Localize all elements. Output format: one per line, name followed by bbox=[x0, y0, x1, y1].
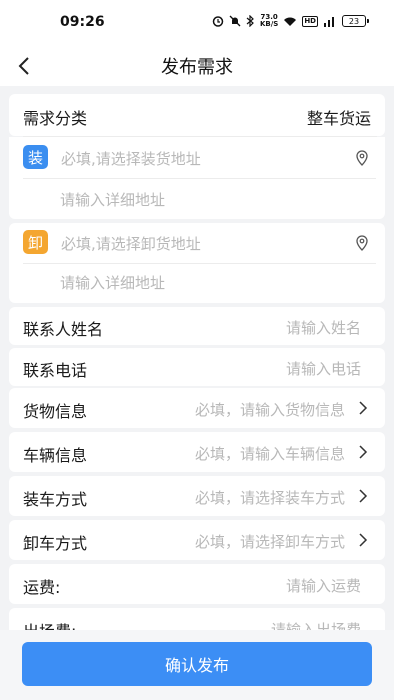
alarm-icon bbox=[212, 16, 224, 27]
chevron-right-icon bbox=[359, 401, 368, 415]
vehicle-row[interactable]: 车辆信息 必填，请输入车辆信息 bbox=[9, 432, 385, 472]
wifi-icon bbox=[284, 17, 297, 26]
mute-bell-icon bbox=[229, 15, 241, 27]
phone-row[interactable]: 联系电话 请输入电话 bbox=[9, 348, 385, 386]
chevron-right-icon bbox=[359, 533, 368, 547]
load-address-input[interactable]: 必填,请选择装货地址 bbox=[61, 148, 201, 169]
footer-bar: 确认发布 bbox=[0, 630, 394, 700]
vehicle-label: 车辆信息 bbox=[23, 446, 88, 465]
network-speed: 73.0 KB/S bbox=[260, 14, 278, 28]
contact-row[interactable]: 联系人姓名 请输入姓名 bbox=[9, 307, 385, 345]
signal-icon bbox=[324, 17, 334, 27]
unloading-method-select[interactable]: 必填，请选择卸车方式 bbox=[195, 531, 345, 552]
freight-input[interactable]: 请输入运费 bbox=[286, 575, 361, 596]
unloading-method-label: 卸车方式 bbox=[23, 534, 88, 553]
goods-input[interactable]: 必填，请输入货物信息 bbox=[195, 399, 345, 420]
loading-method-select[interactable]: 必填，请选择装车方式 bbox=[195, 487, 345, 508]
load-address-card: 装 必填,请选择装货地址 请输入详细地址 bbox=[9, 137, 385, 219]
category-value: 整车货运 bbox=[306, 109, 371, 128]
freight-row[interactable]: 运费: 请输入运费 bbox=[9, 564, 385, 604]
hd-badge: HD bbox=[302, 15, 318, 27]
phone-input[interactable]: 请输入电话 bbox=[286, 358, 361, 379]
location-pin-icon[interactable] bbox=[355, 150, 369, 166]
exit-fee-input[interactable]: 请输入出场费 bbox=[271, 619, 361, 630]
category-label: 需求分类 bbox=[23, 109, 88, 128]
status-bar: 09:26 73.0 KB/S HD 23 bbox=[0, 0, 394, 46]
divider bbox=[23, 178, 376, 179]
battery-icon: 23 bbox=[342, 15, 369, 27]
form-content: 需求分类 整车货运 装 必填,请选择装货地址 请输入详细地址 卸 必填,请选择卸… bbox=[0, 86, 394, 630]
unload-address-input[interactable]: 必填,请选择卸货地址 bbox=[61, 233, 201, 254]
goods-row[interactable]: 货物信息 必填，请输入货物信息 bbox=[9, 388, 385, 428]
page-title: 发布需求 bbox=[161, 57, 233, 78]
battery-level: 23 bbox=[348, 16, 360, 26]
category-row[interactable]: 需求分类 整车货运 bbox=[9, 94, 385, 136]
location-pin-icon[interactable] bbox=[355, 235, 369, 251]
goods-label: 货物信息 bbox=[23, 402, 88, 421]
loading-method-row[interactable]: 装车方式 必填，请选择装车方式 bbox=[9, 476, 385, 516]
confirm-publish-button[interactable]: 确认发布 bbox=[22, 642, 372, 686]
load-detail-input[interactable]: 请输入详细地址 bbox=[60, 189, 165, 210]
unload-detail-input[interactable]: 请输入详细地址 bbox=[60, 272, 165, 293]
chevron-right-icon bbox=[359, 489, 368, 503]
freight-label: 运费: bbox=[23, 578, 61, 597]
unloading-method-row[interactable]: 卸车方式 必填，请选择卸车方式 bbox=[9, 520, 385, 560]
speed-unit: KB/S bbox=[259, 20, 279, 28]
loading-method-label: 装车方式 bbox=[23, 490, 88, 509]
nav-bar: 发布需求 bbox=[0, 46, 394, 86]
contact-input[interactable]: 请输入姓名 bbox=[286, 317, 361, 338]
contact-label: 联系人姓名 bbox=[23, 320, 104, 339]
bluetooth-icon bbox=[246, 15, 254, 27]
load-tag: 装 bbox=[23, 145, 48, 169]
divider bbox=[23, 263, 376, 264]
chevron-right-icon bbox=[359, 445, 368, 459]
status-icons: 73.0 KB/S HD 23 bbox=[212, 14, 369, 28]
status-time: 09:26 bbox=[60, 14, 105, 30]
phone-label: 联系电话 bbox=[23, 361, 88, 380]
vehicle-input[interactable]: 必填，请输入车辆信息 bbox=[195, 443, 345, 464]
exit-fee-label: 出场费: bbox=[23, 618, 76, 630]
exit-fee-row[interactable]: 出场费: 请输入出场费 bbox=[9, 608, 385, 630]
unload-tag: 卸 bbox=[23, 230, 48, 254]
unload-address-card: 卸 必填,请选择卸货地址 请输入详细地址 bbox=[9, 223, 385, 303]
